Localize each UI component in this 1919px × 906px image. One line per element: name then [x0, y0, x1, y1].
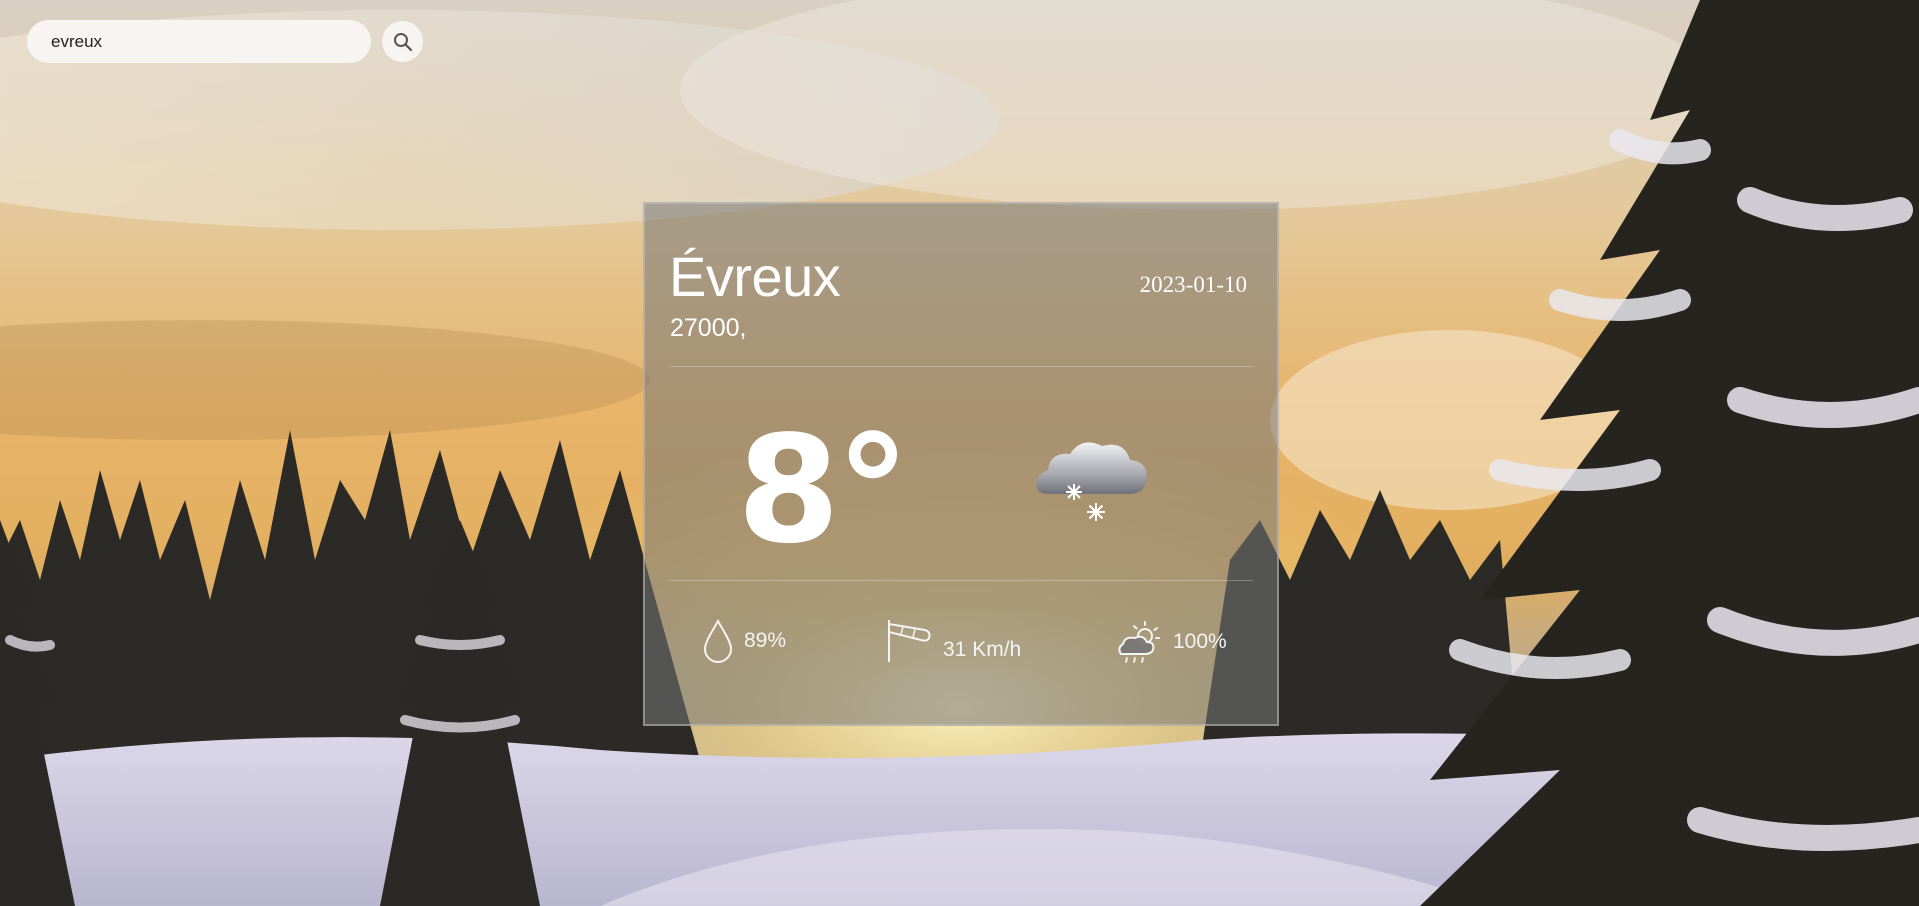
humidity-stat: 89% [702, 618, 786, 664]
city-name: Évreux [669, 245, 841, 308]
search-bar [27, 20, 423, 63]
postal-code: 27000, [670, 314, 747, 342]
divider [669, 366, 1253, 367]
forecast-date: 2023-01-10 [1139, 272, 1247, 297]
weather-card: Évreux 27000, 2023-01-10 8° 89% 31 Km/h … [643, 202, 1279, 726]
humidity-value: 89% [744, 629, 787, 652]
temperature: 8° [737, 404, 910, 576]
search-button[interactable] [382, 21, 423, 62]
windsock-icon [888, 620, 931, 662]
search-input[interactable] [27, 20, 371, 63]
wind-value: 31 Km/h [943, 638, 1022, 661]
cloud-cover-value: 100% [1173, 630, 1227, 653]
cloud-cover-stat: 100% [1115, 620, 1227, 664]
snow-cloud-icon [1036, 442, 1147, 521]
wind-stat: 31 Km/h [885, 618, 1021, 664]
partly-cloudy-sun-icon [1118, 621, 1160, 663]
divider [669, 580, 1253, 581]
search-icon [393, 32, 412, 51]
droplet-icon [703, 618, 733, 663]
